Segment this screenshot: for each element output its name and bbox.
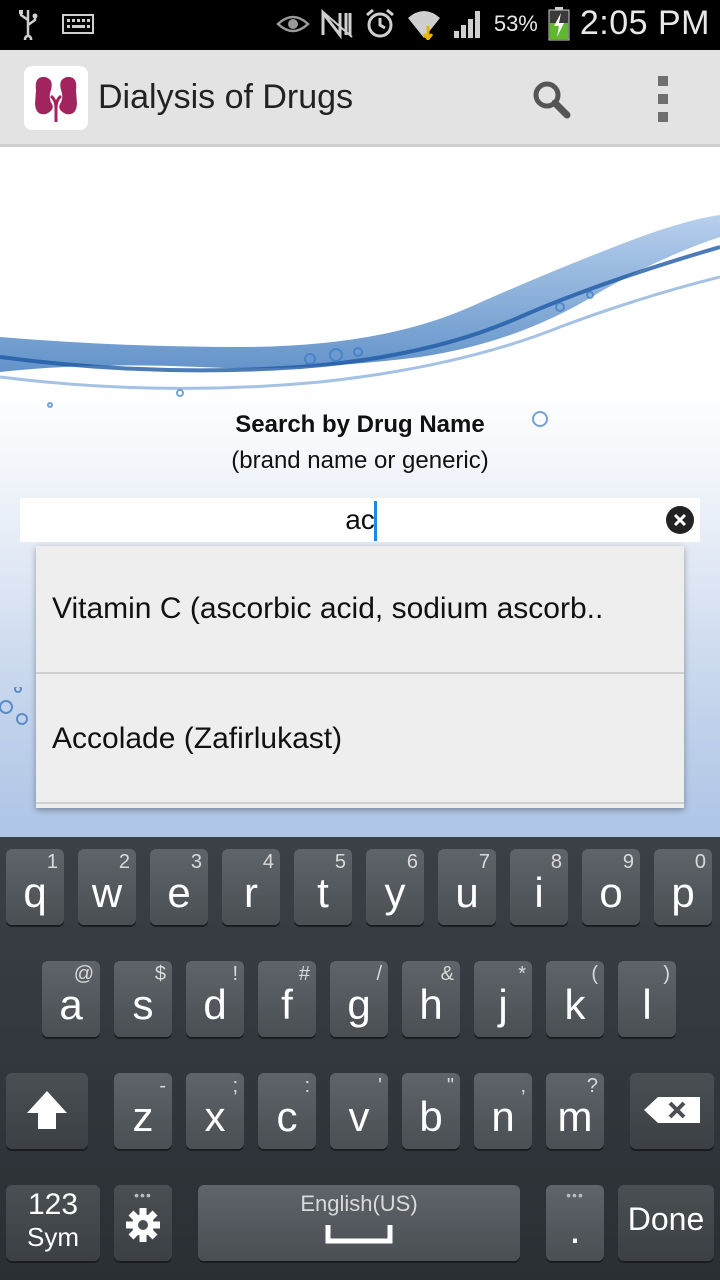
battery-charging-icon [548, 6, 570, 41]
key-j[interactable]: * j [474, 961, 532, 1037]
key-v[interactable]: ' v [330, 1073, 388, 1149]
wifi-icon [406, 8, 442, 40]
battery-percent: 53% [493, 10, 538, 36]
search-icon[interactable] [528, 76, 574, 122]
clock: 2:05 PM [579, 4, 710, 42]
key-r[interactable]: 4r [222, 849, 280, 925]
close-icon [673, 513, 687, 527]
status-bar: 53% 2:05 PM [0, 0, 720, 50]
shift-arrow-icon [27, 1091, 67, 1129]
key-d[interactable]: ! d [186, 961, 244, 1037]
search-input-value: ac [345, 504, 375, 535]
key-u[interactable]: 7u [438, 849, 496, 925]
backspace-key[interactable] [630, 1073, 714, 1149]
text-cursor [374, 501, 377, 541]
space-key-language: English(US) [300, 1191, 418, 1216]
app-title: Dialysis of Drugs [98, 78, 354, 116]
space-key[interactable]: English(US) [198, 1185, 520, 1261]
search-subtitle: (brand name or generic) [231, 447, 489, 474]
done-key-label: Done [627, 1201, 705, 1237]
suggestion-dropdown: Vitamin C (ascorbic acid, sodium ascorb.… [36, 546, 684, 808]
key-s[interactable]: $ s [114, 961, 172, 1037]
key-k[interactable]: (k [546, 961, 604, 1037]
kidney-logo-icon[interactable] [24, 66, 88, 130]
key-t[interactable]: 5t [294, 849, 352, 925]
clear-search-button[interactable] [666, 506, 694, 534]
symbols-key[interactable]: 123 Sym [6, 1185, 100, 1261]
backspace-icon [644, 1097, 700, 1123]
search-title: Search by Drug Name [235, 411, 485, 438]
key-a[interactable]: @ a [42, 961, 100, 1037]
key-b[interactable]: " b [402, 1073, 460, 1149]
key-z[interactable]: -z [114, 1073, 172, 1149]
key-q[interactable]: 1q [6, 849, 64, 925]
period-key[interactable]: ••• . [546, 1185, 604, 1261]
search-input[interactable]: ac [20, 498, 700, 542]
signal-icon [452, 9, 484, 39]
nfc-icon [320, 8, 354, 39]
settings-key[interactable]: ••• [114, 1185, 172, 1261]
shift-key[interactable] [6, 1073, 88, 1149]
water-bubbles [0, 687, 28, 725]
key-w[interactable]: 2w [78, 849, 136, 925]
key-y[interactable]: 6y [366, 849, 424, 925]
overflow-menu-icon[interactable] [648, 76, 678, 122]
symbols-key-label-bottom: Sym [27, 1222, 79, 1252]
eye-icon [275, 12, 310, 36]
usb-icon [16, 8, 40, 40]
action-bar: Dialysis of Drugs [0, 50, 720, 147]
key-x[interactable]: ; x [186, 1073, 244, 1149]
key-g[interactable]: / g [330, 961, 388, 1037]
key-p[interactable]: 0p [654, 849, 712, 925]
soft-keyboard: 1q 2w 3e 4r 5t 6y 7u 8i 9o 0p @ a $ s ! d #… [0, 837, 720, 1280]
symbols-key-label-top: 123 [27, 1188, 79, 1221]
key-m[interactable]: ? m [546, 1073, 604, 1149]
key-f[interactable]: # f [258, 961, 316, 1037]
done-key[interactable]: Done [618, 1185, 714, 1261]
keyboard-icon [62, 13, 94, 35]
main-content: Search by Drug Name (brand name or gener… [0, 147, 720, 837]
suggestion-item[interactable]: Vitamin C (ascorbic acid, sodium ascorb.… [36, 546, 684, 674]
key-h[interactable]: & h [402, 961, 460, 1037]
key-o[interactable]: 9o [582, 849, 640, 925]
key-e[interactable]: 3e [150, 849, 208, 925]
key-i[interactable]: 8i [510, 849, 568, 925]
alarm-icon [364, 8, 396, 40]
key-c[interactable]: :c [258, 1073, 316, 1149]
key-n[interactable]: ,n [474, 1073, 532, 1149]
key-l[interactable]: ) l [618, 961, 676, 1037]
